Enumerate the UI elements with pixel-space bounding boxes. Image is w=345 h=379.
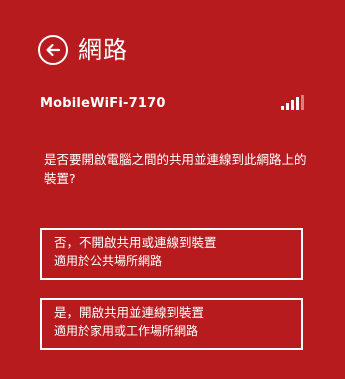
back-button[interactable] (38, 35, 68, 65)
back-arrow-icon (46, 43, 61, 57)
network-name: MobileWiFi-7170 (40, 95, 166, 111)
header: 網路 (38, 30, 128, 70)
sharing-question: 是否要開啟電腦之間的共用並連線到此網路上的裝置? (44, 152, 307, 186)
yes-sharing-option-button[interactable]: 是，開啟共用並連線到裝置 適用於家用或工作場所網路 (40, 298, 303, 350)
page-title: 網路 (78, 36, 128, 64)
no-sharing-option-button[interactable]: 否，不開啟共用或連線到裝置 適用於公共場所網路 (40, 228, 303, 280)
network-row: MobileWiFi-7170 (40, 94, 304, 112)
option-title: 是，開啟共用並連線到裝置 (54, 305, 205, 320)
option-title: 否，不開啟共用或連線到裝置 (54, 235, 217, 250)
option-subtitle: 適用於家用或工作場所網路 (54, 324, 199, 338)
signal-strength-icon (281, 95, 304, 110)
option-subtitle: 適用於公共場所網路 (54, 254, 163, 268)
